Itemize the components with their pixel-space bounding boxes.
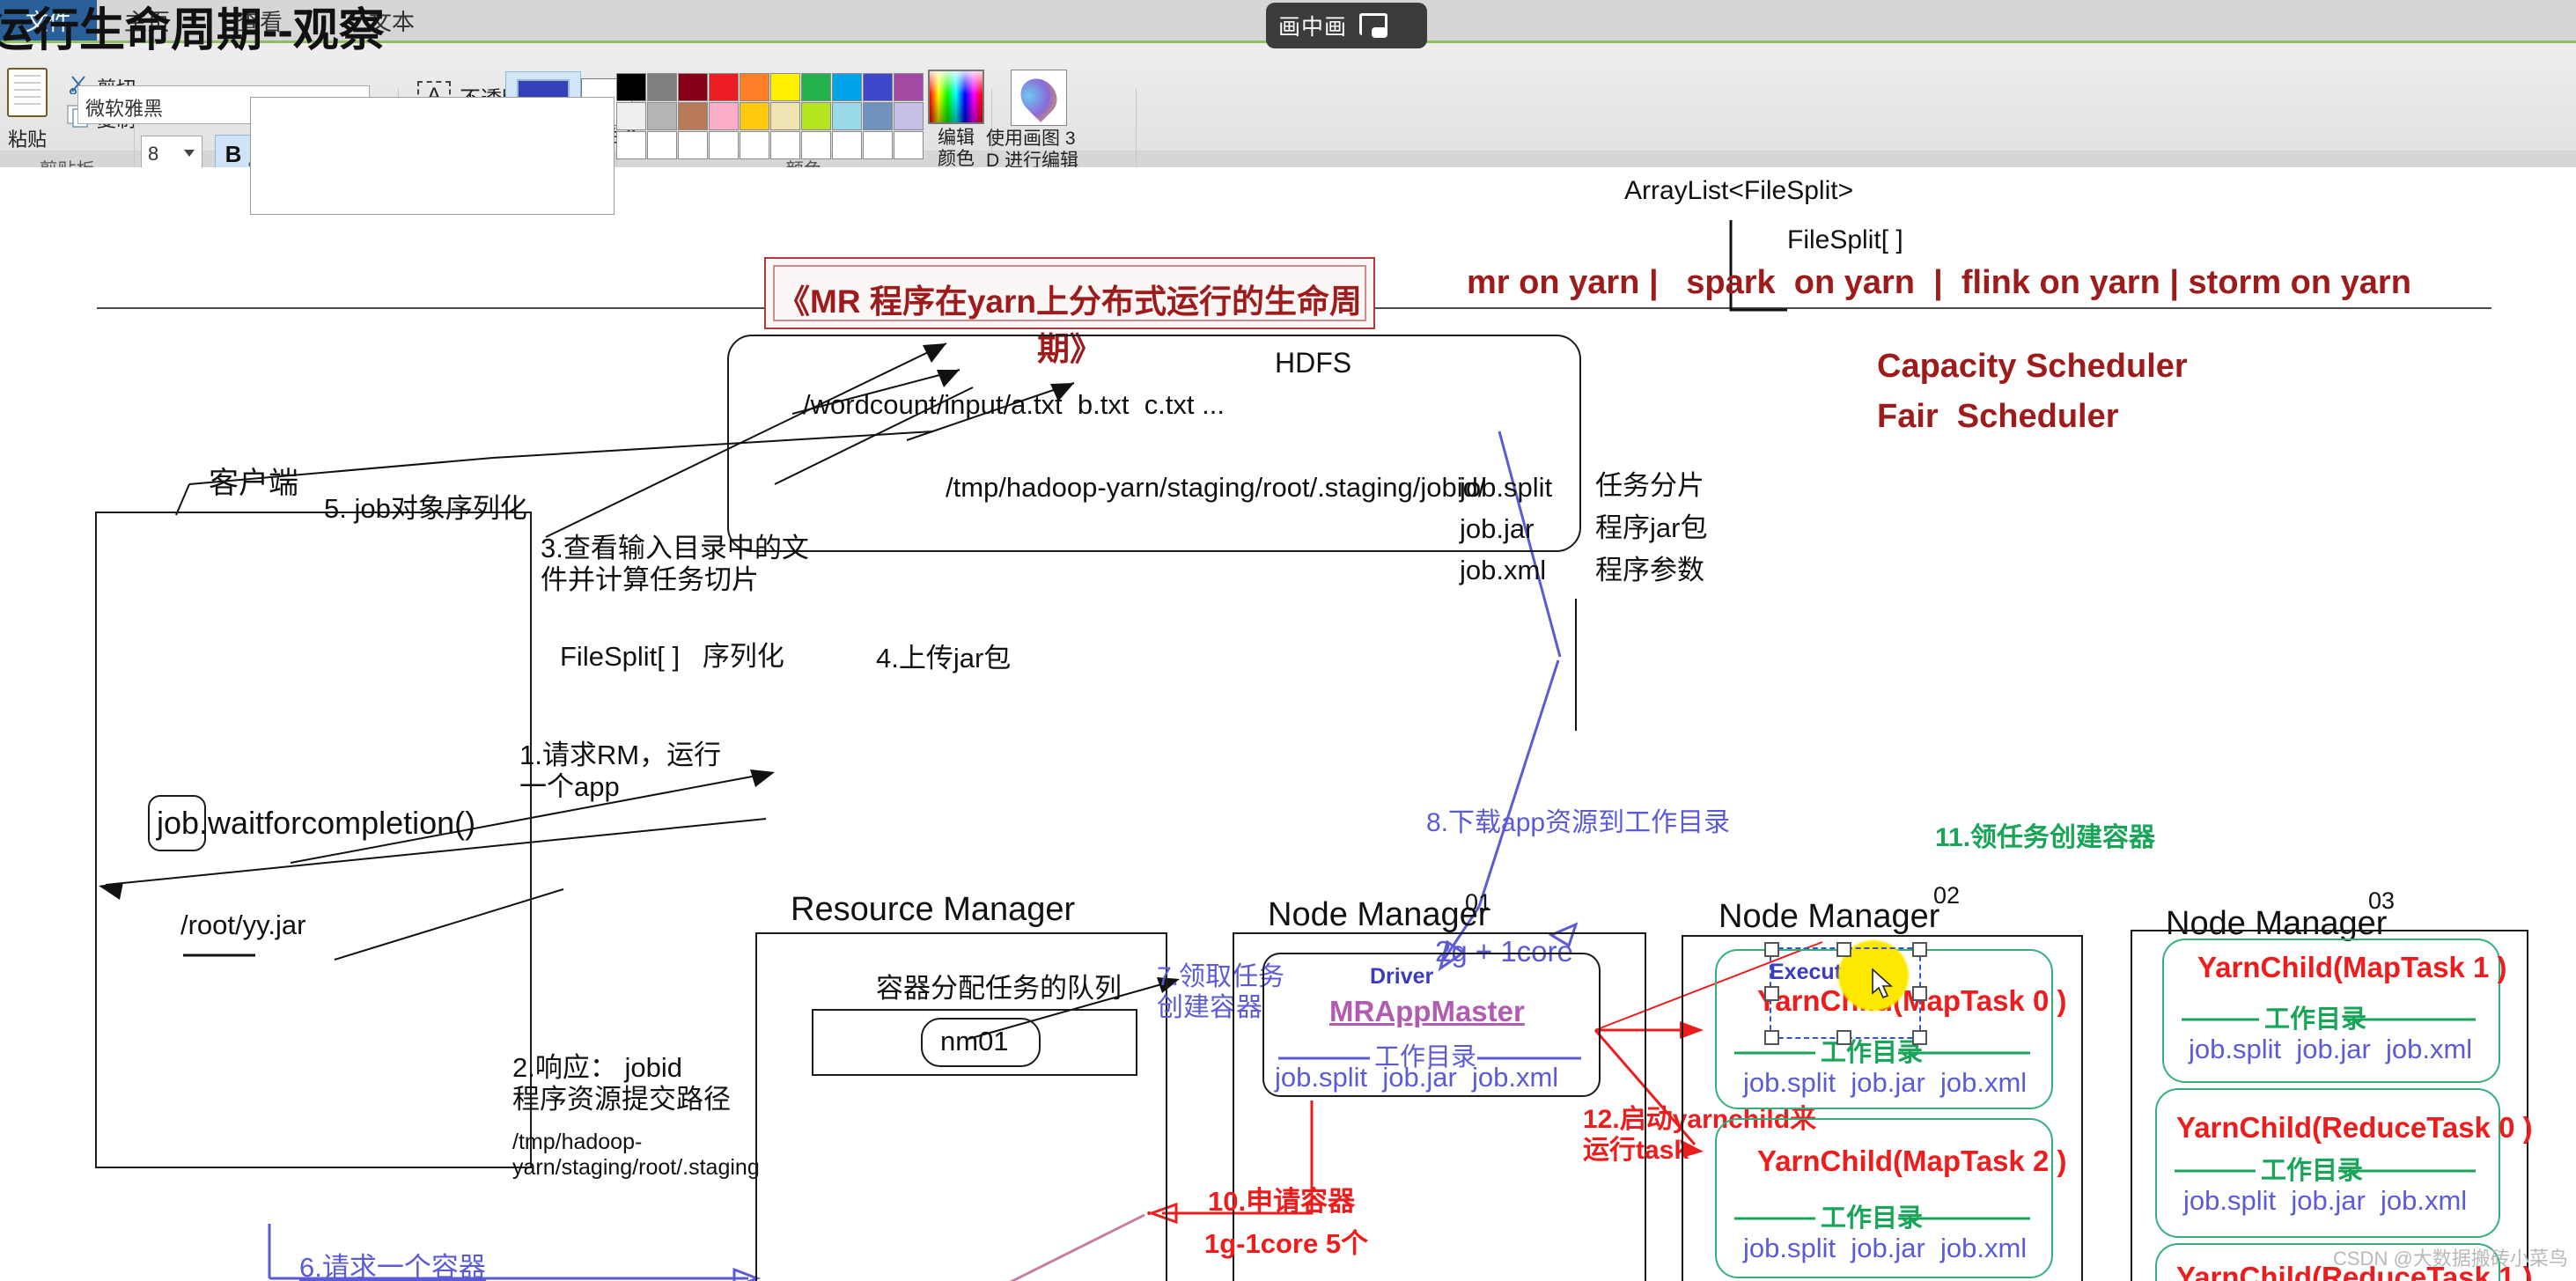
canvas-blank-rect — [250, 97, 615, 215]
hdfs-note-1: 程序jar包 — [1595, 512, 1708, 543]
main-title-box: 《MR 程序在yarn上分布式运行的生命周期》 — [764, 257, 1375, 367]
color-swatch[interactable] — [647, 73, 677, 101]
color-swatch[interactable] — [770, 73, 800, 101]
scheduler-fair: Fair Scheduler — [1877, 398, 2119, 435]
nm03-container-0-name: YarnChild(MapTask 1 ) — [2197, 951, 2507, 983]
client-title: 客户端 — [209, 467, 298, 500]
arraylist-note: ArrayList<FileSplit> — [1624, 176, 1854, 205]
font-family-value: 微软雅黑 — [85, 98, 164, 120]
color-swatch[interactable] — [678, 102, 708, 130]
page-title-overlay: 运行生命周期--观察 — [0, 5, 385, 56]
selection-handle-nw[interactable] — [1764, 942, 1779, 957]
step-1-label: 1.请求RM，运行 一个app — [519, 740, 722, 802]
client-method: job.waitforcompletion() — [157, 805, 476, 841]
paint3d-label: 使用画图 3 D 进行编辑 — [986, 129, 1078, 171]
paste-label: 粘贴 — [7, 129, 47, 151]
mrappmaster-label: MRAppMaster — [1329, 995, 1525, 1027]
rm-queue-label: 容器分配任务的队列 — [876, 973, 1122, 1004]
pip-label: 画中画 — [1278, 15, 1348, 40]
color-swatch[interactable] — [863, 73, 893, 101]
color-swatch[interactable] — [894, 102, 924, 130]
nm01-driver-label: Driver — [1370, 964, 1434, 989]
nm03-container-1-workdir-label: 工作目录 — [2261, 1157, 2364, 1185]
watermark: CSDN @大数据搬砖小菜鸟 — [2333, 1248, 2568, 1270]
color-swatch[interactable] — [740, 73, 769, 101]
paste-icon[interactable] — [7, 68, 48, 117]
step-3-note: FileSplit[ ] 序列化 — [560, 641, 784, 672]
hdfs-title: HDFS — [1275, 347, 1352, 379]
hdfs-input-path: /wordcount/input/a.txt b.txt c.txt ... — [803, 389, 1225, 420]
color-swatch[interactable] — [863, 102, 893, 130]
step-2-label: 2.响应： jobid 程序资源提交路径 — [512, 1052, 731, 1115]
color-swatch[interactable] — [801, 73, 831, 101]
nm02-container-1-workdir-label: 工作目录 — [1821, 1204, 1924, 1233]
step-8-label: 8.下载app资源到工作目录 — [1426, 808, 1731, 837]
color-swatch[interactable] — [770, 102, 800, 130]
resource-manager-title: Resource Manager — [791, 891, 1076, 928]
rm-queue-item: nm01 — [940, 1026, 1009, 1056]
step-5-label: 5. job对象序列化 — [324, 493, 527, 524]
mouse-cursor — [1872, 968, 1895, 1002]
color-swatch[interactable] — [616, 102, 646, 130]
hdfs-box — [727, 335, 1581, 552]
color-swatch[interactable] — [709, 73, 739, 101]
color-swatch[interactable] — [832, 73, 862, 101]
color-swatch[interactable] — [832, 102, 862, 130]
selection-handle-se[interactable] — [1912, 1030, 1927, 1045]
selection-handle-e[interactable] — [1912, 986, 1927, 1001]
color-swatch[interactable] — [647, 102, 677, 130]
selection-handle-ne[interactable] — [1912, 942, 1927, 957]
selection-handle-sw[interactable] — [1764, 1030, 1779, 1045]
nm03-index: 03 — [2368, 887, 2396, 914]
selection-handle-n[interactable] — [1836, 942, 1851, 957]
hdfs-note-2: 程序参数 — [1595, 555, 1704, 585]
client-jar: /root/yy.jar — [180, 909, 306, 940]
hdfs-file-1: job.jar — [1460, 513, 1535, 544]
color-swatch[interactable] — [740, 102, 769, 130]
hdfs-staging-path: /tmp/hadoop-yarn/staging/root/.staging/j… — [946, 472, 1486, 503]
selection-rectangle[interactable] — [1770, 947, 1921, 1039]
step-10-label: 10.申请容器 — [1208, 1186, 1356, 1217]
step-11-label: 11.领任务创建容器 — [1935, 823, 2156, 852]
picture-in-picture-icon[interactable] — [1359, 13, 1388, 38]
paint-app-window: 文件 主页 查看 文本 粘贴 剪切 复制 剪贴板 微软雅黑 — [0, 0, 2576, 1281]
nm01-workdir-files: job.split job.jar job.xml — [1275, 1062, 1559, 1093]
color-swatch[interactable] — [894, 73, 924, 101]
hdfs-file-0: job.split — [1460, 472, 1553, 503]
step-10-resource: 1g-1core 5个 — [1204, 1228, 1369, 1259]
hdfs-note-0: 任务分片 — [1595, 470, 1704, 501]
step-3-label: 3.查看输入目录中的文 件并计算任务切片 — [541, 533, 809, 595]
diagram-canvas[interactable]: 《MR 程序在yarn上分布式运行的生命周期》 ArrayList<FileSp… — [0, 97, 2576, 1281]
frameworks-line: mr on yarn | spark on yarn | flink on ya… — [1467, 264, 2411, 301]
hdfs-file-2: job.xml — [1460, 555, 1547, 585]
nm02-container-1-name: YarnChild(MapTask 2 ) — [1757, 1145, 2067, 1177]
paint3d-button[interactable] — [1011, 70, 1067, 126]
color-swatch[interactable] — [616, 73, 646, 101]
selection-handle-s[interactable] — [1836, 1030, 1851, 1045]
nm02-title: Node Manager — [1719, 898, 1940, 935]
paint3d-icon — [1013, 71, 1064, 122]
step-6-label: 6.请求一个容器 — [299, 1252, 486, 1281]
color-swatch[interactable] — [801, 102, 831, 130]
nm03-container-1-name: YarnChild(ReduceTask 0 ) — [2176, 1111, 2533, 1144]
scheduler-capacity: Capacity Scheduler — [1877, 348, 2188, 385]
nm02-index: 02 — [1933, 882, 1961, 909]
step-2-path: /tmp/hadoop- yarn/staging/root/.staging — [512, 1130, 760, 1180]
step-4-label: 4.上传jar包 — [876, 643, 1012, 674]
color-swatch[interactable] — [709, 102, 739, 130]
nm03-container-0-workdir-label: 工作目录 — [2264, 1005, 2367, 1034]
filesplit-note: FileSplit[ ] — [1787, 225, 1903, 254]
rainbow-icon — [928, 70, 984, 124]
selection-handle-w[interactable] — [1764, 986, 1779, 1001]
edit-colors-button[interactable]: 编辑 颜色 — [928, 70, 984, 170]
nm01-index: 01 — [1465, 889, 1492, 916]
nm02-container-0-workdir-files: job.split job.jar job.xml — [1743, 1067, 2028, 1098]
nm02-container-1-workdir-files: job.split job.jar job.xml — [1743, 1233, 2028, 1263]
nm03-container-1-workdir-files: job.split job.jar job.xml — [2183, 1185, 2468, 1216]
nm03-container-0-workdir-files: job.split job.jar job.xml — [2189, 1034, 2473, 1064]
nm01-title: Node Manager — [1268, 896, 1490, 933]
picture-in-picture-bar[interactable]: 画中画 — [1266, 3, 1427, 48]
color-swatch[interactable] — [678, 73, 708, 101]
